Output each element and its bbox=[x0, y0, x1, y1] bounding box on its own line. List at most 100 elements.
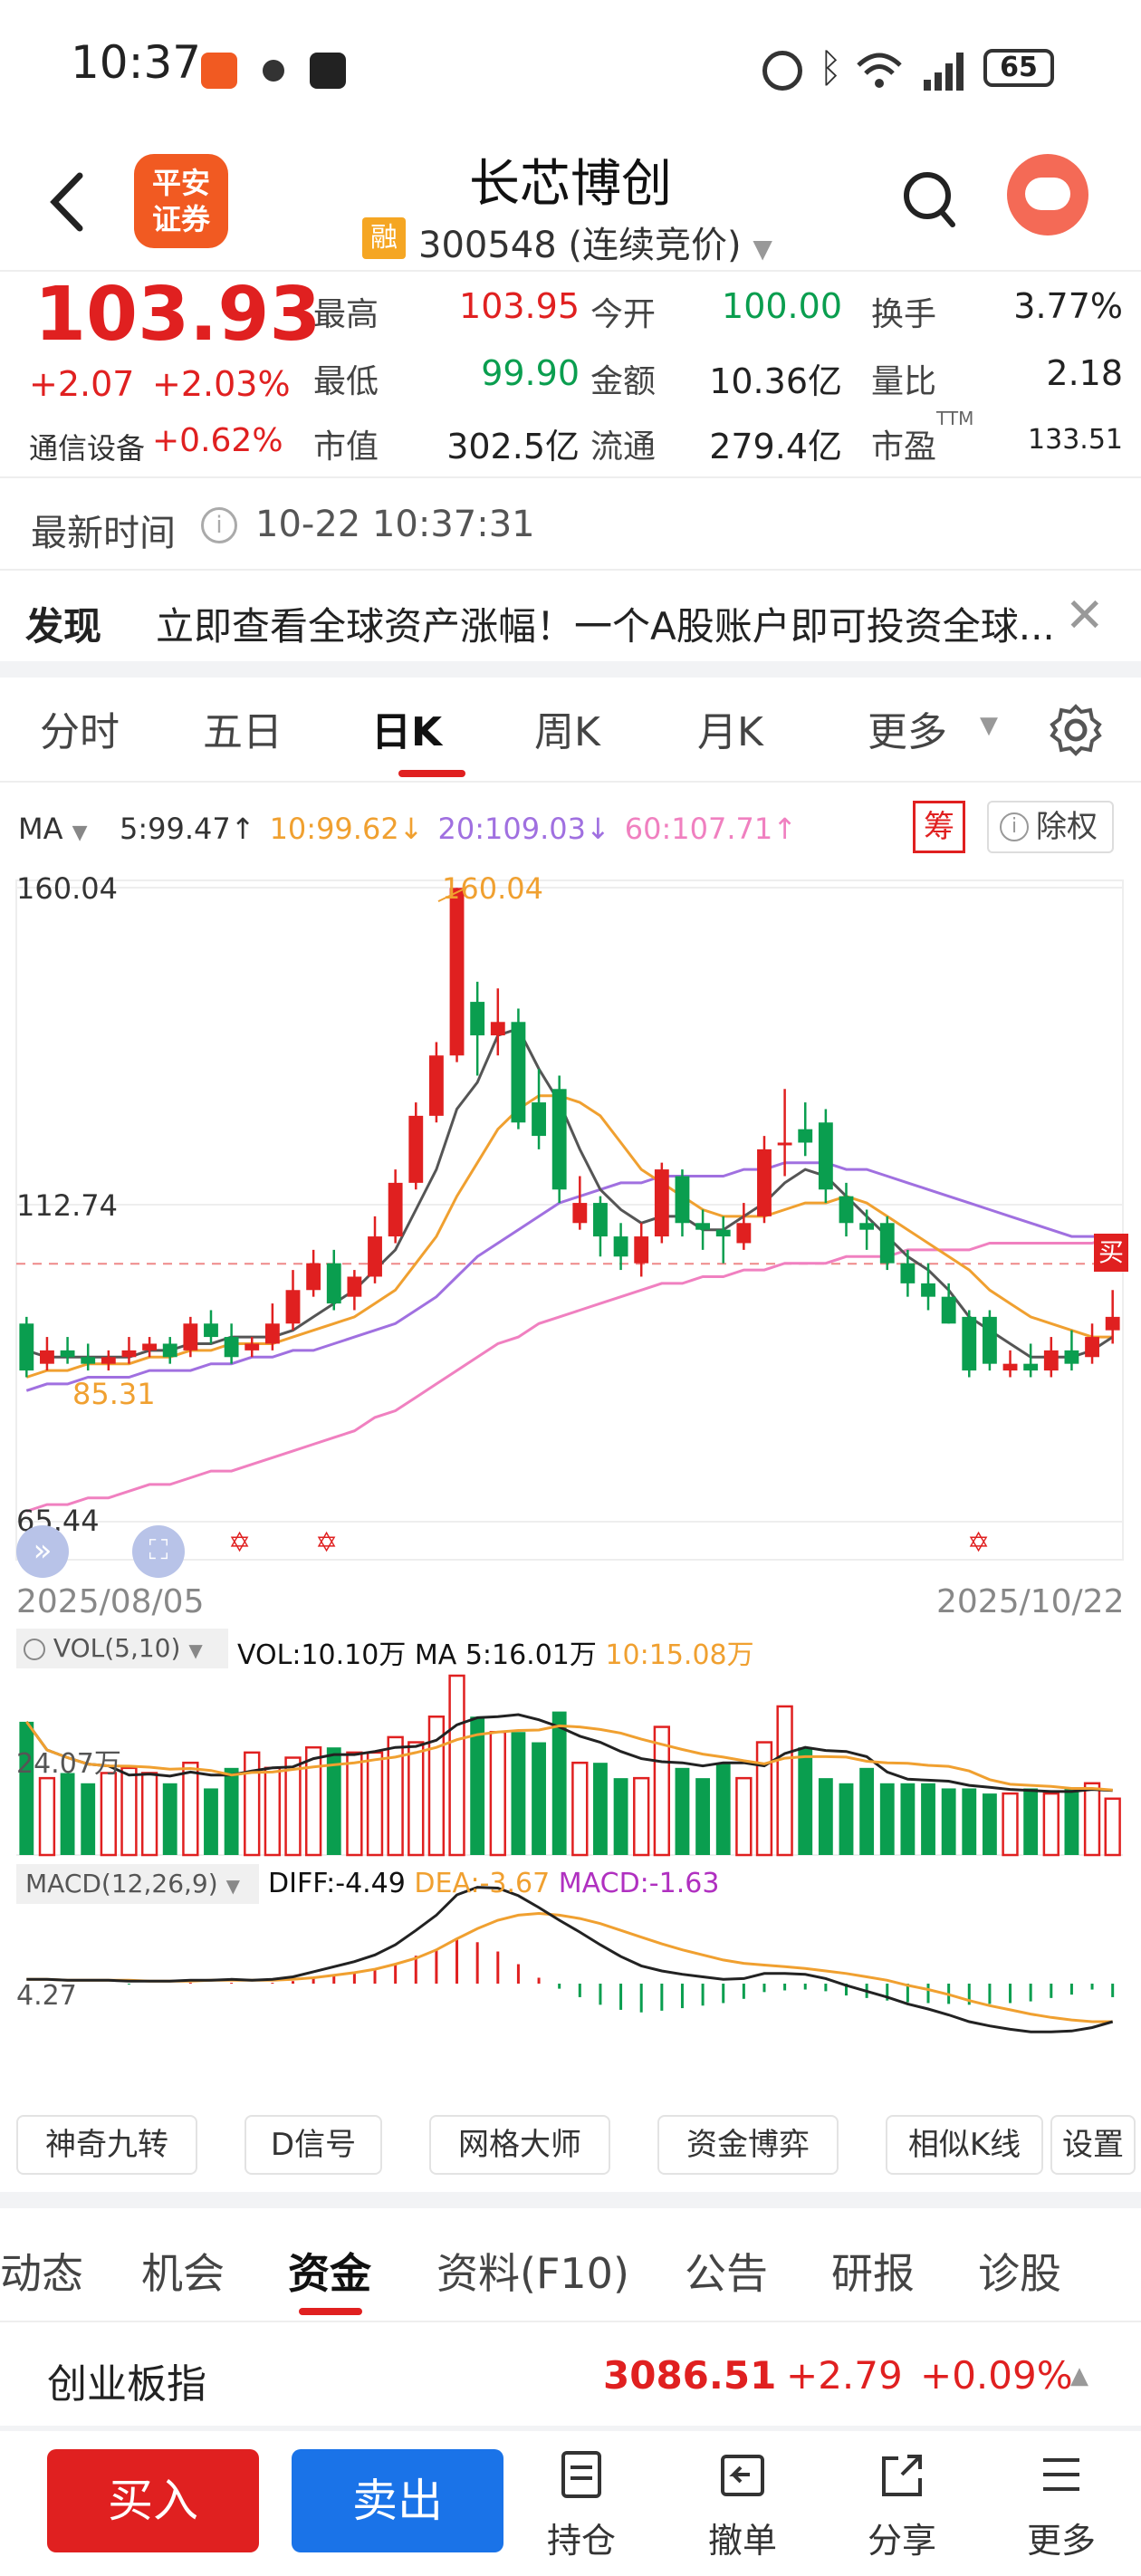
info-icon[interactable]: i bbox=[201, 507, 237, 543]
volume-bar bbox=[695, 1778, 711, 1855]
assistant-avatar-icon[interactable] bbox=[1007, 154, 1088, 235]
candle-body bbox=[736, 1223, 752, 1244]
price-axis-top: 160.04 bbox=[16, 871, 118, 906]
chart-tool-button[interactable]: 网格大师 bbox=[429, 2115, 610, 2175]
candle-body bbox=[264, 1323, 280, 1344]
candle-body bbox=[388, 1182, 403, 1237]
chart-tool-button[interactable]: 资金博弈 bbox=[657, 2115, 839, 2175]
candle-body bbox=[162, 1343, 177, 1358]
message-notification-icon bbox=[263, 60, 284, 82]
candle-body bbox=[818, 1122, 833, 1190]
volume-bar bbox=[941, 1788, 956, 1855]
expand-up-icon[interactable]: ▲ bbox=[1070, 2362, 1088, 2389]
index-change: +2.79 bbox=[786, 2353, 903, 2398]
signal-star-icon[interactable]: ✡ bbox=[228, 1527, 251, 1559]
candle-body bbox=[183, 1323, 198, 1350]
undo-icon bbox=[721, 2455, 764, 2496]
volume-bar bbox=[839, 1783, 854, 1855]
section-separator bbox=[0, 661, 1141, 678]
vol-ma5: MA 5:16.01万 bbox=[414, 1639, 597, 1671]
volume-bar bbox=[489, 1730, 506, 1857]
info-tab-0[interactable]: 动态 bbox=[0, 2241, 83, 2301]
tab-chart-4[interactable]: 月K bbox=[697, 699, 763, 757]
wifi-icon bbox=[857, 53, 902, 88]
volume-bar bbox=[60, 1773, 75, 1855]
fullscreen-icon[interactable]: ⛶ bbox=[132, 1525, 185, 1578]
chart-tool-button[interactable]: 设置 bbox=[1050, 2115, 1136, 2175]
candle-body bbox=[551, 1089, 567, 1190]
tab-chart-3[interactable]: 周K bbox=[534, 699, 600, 757]
chart-tool-button[interactable]: D信号 bbox=[244, 2115, 382, 2175]
candle-body bbox=[921, 1283, 935, 1297]
discover-banner-text[interactable]: 立即查看全球资产涨幅！一个A股账户即可投资全球... bbox=[156, 596, 1061, 651]
chart-tool-button[interactable]: 相似K线 bbox=[886, 2115, 1043, 2175]
buy-button[interactable]: 买入 bbox=[47, 2449, 259, 2552]
discover-label: 发现 bbox=[25, 604, 102, 649]
quote-label: 市值 bbox=[313, 428, 379, 466]
macd-indicator-selector[interactable]: MACD(12,26,9) ▼ bbox=[16, 1864, 259, 1904]
ex-rights-button[interactable]: i 除权 bbox=[987, 801, 1114, 853]
volume-bar bbox=[735, 1776, 753, 1857]
candle-body bbox=[428, 1055, 444, 1116]
sell-button[interactable]: 卖出 bbox=[292, 2449, 503, 2552]
candle-body bbox=[306, 1263, 321, 1291]
tab-chart-2[interactable]: 日K bbox=[371, 699, 442, 757]
ex-rights-label: 除权 bbox=[1036, 809, 1098, 845]
pe-ttm-sup: TTM bbox=[936, 408, 974, 429]
index-pct: +0.09% bbox=[920, 2353, 1073, 2398]
divider bbox=[0, 476, 1141, 478]
volume-bar bbox=[1064, 1788, 1079, 1855]
volume-bar bbox=[366, 1751, 384, 1857]
ma-selector[interactable]: MA ▼ bbox=[18, 812, 88, 846]
more-dropdown-icon[interactable]: ▼ bbox=[980, 712, 998, 739]
candle-body bbox=[675, 1176, 690, 1224]
candle-body bbox=[470, 1002, 485, 1036]
quote-label: 市盈 bbox=[871, 428, 937, 466]
info-tab-4[interactable]: 公告 bbox=[685, 2241, 768, 2301]
margin-tag: 融 bbox=[362, 217, 406, 259]
volume-bar bbox=[982, 1793, 997, 1855]
close-icon[interactable]: ✕ bbox=[1065, 589, 1105, 643]
positions-button[interactable]: 持仓 bbox=[527, 2447, 636, 2562]
expand-left-icon[interactable]: » bbox=[16, 1525, 69, 1578]
index-name[interactable]: 创业板指 bbox=[47, 2351, 206, 2409]
share-button[interactable]: 分享 bbox=[848, 2447, 956, 2562]
signal-star-icon[interactable]: ✡ bbox=[967, 1527, 990, 1559]
search-icon[interactable] bbox=[900, 168, 960, 234]
vol-indicator-selector[interactable]: VOL(5,10) ▼ bbox=[16, 1629, 228, 1668]
cancel-order-button[interactable]: 撤单 bbox=[688, 2447, 797, 2562]
tab-chart-5[interactable]: 更多 bbox=[868, 699, 947, 757]
candle-body bbox=[593, 1203, 608, 1237]
chart-tool-button[interactable]: 神奇九转 bbox=[16, 2115, 197, 2175]
quote-label: 换手 bbox=[871, 296, 937, 333]
candle-body bbox=[634, 1236, 649, 1264]
candle-body bbox=[1043, 1350, 1059, 1371]
vol-axis-label: 24.07万 bbox=[16, 1748, 121, 1780]
info-tab-6[interactable]: 诊股 bbox=[978, 2241, 1061, 2301]
info-tab-2[interactable]: 资金 bbox=[288, 2241, 371, 2301]
volume-bar bbox=[304, 1745, 322, 1857]
candle-body bbox=[572, 1203, 588, 1224]
more-button[interactable]: 更多 bbox=[1007, 2447, 1116, 2562]
sector-name[interactable]: 通信设备 bbox=[29, 426, 145, 467]
stock-code-selector[interactable]: 300548 (连续竞价) ▼ bbox=[418, 216, 772, 268]
buy-price-tag[interactable]: 买 bbox=[1094, 1234, 1128, 1272]
chip-distribution-button[interactable]: 筹 bbox=[913, 801, 965, 853]
volume-bar bbox=[284, 1756, 302, 1857]
candle-body bbox=[1064, 1350, 1079, 1364]
info-tab-3[interactable]: 资料(F10) bbox=[436, 2241, 629, 2301]
settings-gear-icon[interactable] bbox=[1049, 703, 1103, 757]
candle-body bbox=[839, 1196, 854, 1224]
candle-body bbox=[695, 1223, 711, 1230]
info-tab-1[interactable]: 机会 bbox=[141, 2241, 225, 2301]
candle-body bbox=[962, 1316, 977, 1371]
share-icon bbox=[882, 2455, 922, 2496]
tab-chart-1[interactable]: 五日 bbox=[203, 699, 283, 757]
max-price-label: 160.04 bbox=[442, 871, 543, 906]
info-tab-5[interactable]: 研报 bbox=[831, 2241, 915, 2301]
app-notification-icon bbox=[201, 53, 237, 89]
signal-star-icon[interactable]: ✡ bbox=[315, 1527, 338, 1559]
tab-chart-0[interactable]: 分时 bbox=[40, 699, 120, 757]
quote-value: 3.77% bbox=[1013, 286, 1123, 326]
candle-body bbox=[224, 1337, 239, 1358]
